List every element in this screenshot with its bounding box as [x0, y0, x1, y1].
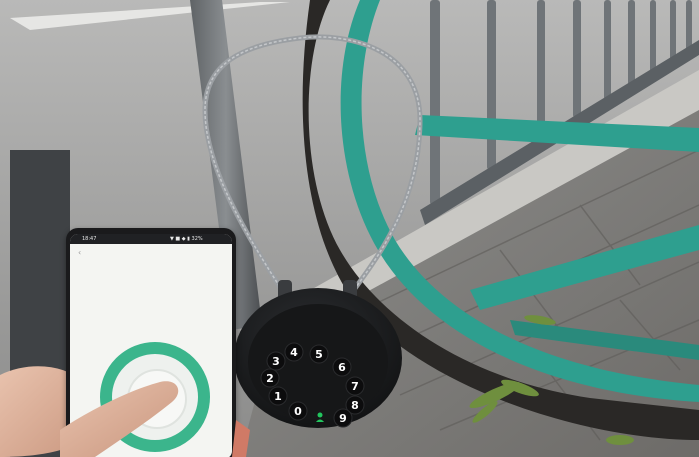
finger-edge [232, 420, 250, 457]
photo-scene: 4 5 6 3 7 2 8 1 9 0 18:47 ▼ ■ ◆ ▮ 32% ‹ [0, 0, 699, 457]
thumb-overlay [60, 381, 250, 457]
thumb [60, 381, 179, 457]
